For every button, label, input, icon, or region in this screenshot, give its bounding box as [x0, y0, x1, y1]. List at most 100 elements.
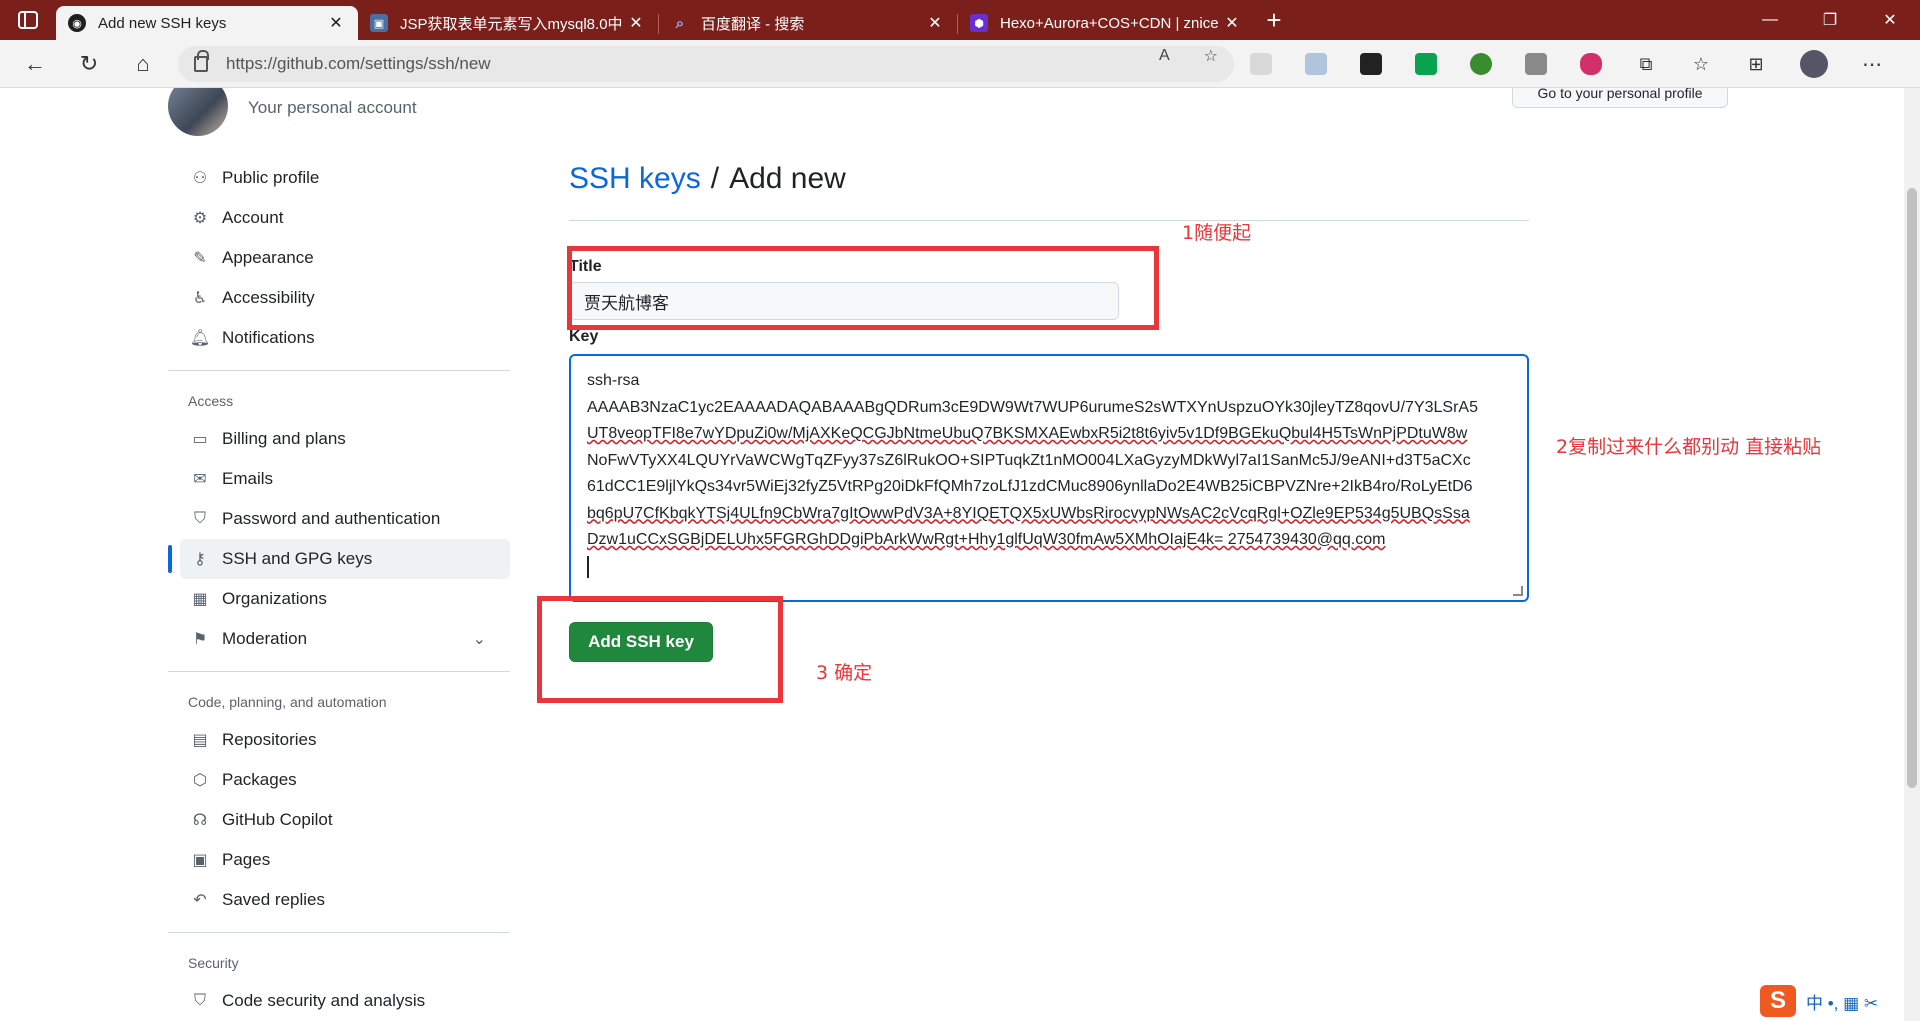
close-window-button[interactable]: ✕	[1860, 0, 1920, 40]
key-text: NoFwVTyXX4LQUYrVaWCWgTqZFyy37sZ6lRukOO+S…	[587, 451, 1471, 469]
sogou-logo-icon[interactable]: S	[1760, 985, 1796, 1017]
sidebar-item-label: Account	[222, 208, 284, 227]
key-line: UT8veopTFI8e7wYDpuZi0w/MjAXKeQCGJbNtmeUb…	[587, 421, 1511, 448]
account-subtitle: Your personal account	[248, 98, 417, 117]
extension-icon[interactable]	[1415, 53, 1437, 75]
page-scrollbar[interactable]	[1904, 88, 1920, 1021]
key-icon: ⚷	[194, 551, 206, 568]
sidebar-item-appearance[interactable]: ✎ Appearance	[168, 238, 510, 278]
sidebar-item-pages[interactable]: ▣ Pages	[168, 840, 510, 880]
key-textarea[interactable]: ssh-rsa AAAAB3NzaC1yc2EAAAADAQABAAABgQDR…	[569, 354, 1529, 602]
extension-icon[interactable]	[1360, 53, 1382, 75]
lock-icon	[194, 50, 209, 72]
key-text: UT8veopTFI8e7wYDpuZi0w/MjAXKeQCGJbNtmeUb…	[587, 425, 1468, 442]
puzzle-icon[interactable]: ⧉	[1635, 53, 1657, 75]
back-button[interactable]: ←	[12, 44, 58, 84]
shield-lock-icon: ⛉	[193, 510, 206, 527]
tab-title: JSP获取表单元素写入mysql8.0中	[400, 15, 623, 33]
sidebar-item-label: Notifications	[222, 328, 315, 347]
extensions-bar: ⧉ ☆ ⊞ ⋯	[1250, 44, 1916, 84]
tab-actions-button[interactable]	[0, 0, 56, 40]
sidebar-item-label: Organizations	[222, 589, 327, 608]
scrollbar-thumb[interactable]	[1907, 188, 1917, 788]
address-bar[interactable]: https://github.com/settings/ssh/new A ☆	[178, 46, 1234, 82]
sidebar-item-billing[interactable]: ▭ Billing and plans	[168, 419, 510, 459]
sidebar-item-password[interactable]: ⛉ Password and authentication	[168, 499, 510, 539]
organization-icon: ▦	[192, 591, 208, 608]
close-tab-icon[interactable]: ✕	[1222, 13, 1242, 33]
key-text: ssh-rsa	[587, 372, 640, 389]
key-line: Dzw1uCCxSGBjDELUhx5FGRGhDDgiPbArkWwRgt+H…	[587, 527, 1511, 554]
sidebar-item-public-profile[interactable]: ⚇ Public profile	[168, 158, 510, 198]
sidebar-item-notifications[interactable]: 🔔︎ Notifications	[168, 318, 510, 358]
breadcrumb-ssh-keys-link[interactable]: SSH keys	[569, 162, 701, 196]
close-tab-icon[interactable]: ✕	[626, 13, 646, 33]
page-title: SSH keys / Add new	[569, 158, 1529, 200]
sidebar-item-organizations[interactable]: ▦ Organizations	[168, 579, 510, 619]
gear-icon: ⚙	[192, 210, 208, 227]
browser-tab-github[interactable]: ◉ Add new SSH keys ✕	[56, 6, 358, 40]
extension-icon[interactable]	[1470, 53, 1492, 75]
sidebar-item-code-security[interactable]: ⛉ Code security and analysis	[168, 981, 510, 1021]
sidebar-item-copilot[interactable]: ☊ GitHub Copilot	[168, 800, 510, 840]
close-tab-icon[interactable]: ✕	[326, 13, 346, 33]
sidebar-item-ssh-gpg-keys[interactable]: ⚷ SSH and GPG keys	[168, 539, 510, 579]
minimize-button[interactable]: —	[1740, 0, 1800, 40]
go-to-profile-button[interactable]: Go to your personal profile	[1512, 88, 1728, 108]
sidebar-toggle-icon	[18, 11, 38, 29]
sidebar-item-saved-replies[interactable]: ↶ Saved replies	[168, 880, 510, 920]
more-menu-icon[interactable]: ⋯	[1861, 53, 1883, 76]
extension-icon[interactable]	[1525, 53, 1547, 75]
add-ssh-key-form: SSH keys / Add new Title 贾天航博客 Key ssh-r…	[569, 158, 1529, 662]
favorites-icon[interactable]: ☆	[1690, 53, 1712, 75]
key-line: 61dCC1E9ljlYkQs34vr5WiEj32fyZ5VtRPg20iDk…	[587, 474, 1511, 501]
key-line: ssh-rsa	[587, 368, 1511, 395]
url-text: https://github.com/settings/ssh/new	[226, 54, 491, 73]
tab-title: Hexo+Aurora+COS+CDN | znice	[1000, 14, 1219, 32]
package-icon: ⬡	[193, 772, 207, 789]
key-text: AAAAB3NzaC1yc2EAAAADAQABAAABgQDRum3cE9DW…	[587, 398, 1478, 416]
sidebar-item-label: Public profile	[222, 168, 320, 187]
chevron-down-icon[interactable]: ⌄	[473, 629, 486, 649]
sidebar-heading-access: Access	[188, 393, 234, 409]
key-text: Dzw1uCCxSGBjDELUhx5FGRGhDDgiPbArkWwRgt+H…	[587, 531, 1386, 548]
favorite-add-icon[interactable]: ☆	[1204, 46, 1218, 66]
sidebar-item-repositories[interactable]: ▤ Repositories	[168, 720, 510, 760]
settings-page: Your personal account Go to your persona…	[0, 88, 1904, 1021]
browser-tab-jsp[interactable]: ▣ JSP获取表单元素写入mysql8.0中 ✕	[358, 6, 658, 40]
new-tab-button[interactable]: +	[1254, 0, 1294, 40]
breadcrumb-current: Add new	[729, 162, 846, 195]
sidebar-item-accessibility[interactable]: ♿ Accessibility	[168, 278, 510, 318]
browser-tab-baidu[interactable]: ⌕ 百度翻译 - 搜索 ✕	[659, 6, 957, 40]
extension-icon[interactable]	[1305, 53, 1327, 75]
refresh-button[interactable]: ↻	[66, 44, 112, 84]
sidebar-divider	[168, 370, 510, 371]
read-aloud-icon[interactable]: A	[1159, 47, 1170, 65]
ime-status[interactable]: 中 •, ▦ ✂	[1806, 989, 1878, 1014]
extension-icon[interactable]	[1580, 53, 1602, 75]
resize-handle[interactable]	[1513, 586, 1523, 596]
collections-icon[interactable]: ⊞	[1745, 53, 1767, 75]
sidebar-item-moderation[interactable]: ⚑ Moderation ⌄	[168, 619, 510, 659]
browser-tab-hexo[interactable]: ⬢ Hexo+Aurora+COS+CDN | znice ✕	[958, 6, 1254, 40]
restore-button[interactable]: ❐	[1800, 0, 1860, 40]
credit-card-icon: ▭	[192, 431, 208, 448]
key-text: 61dCC1E9ljlYkQs34vr5WiEj32fyZ5VtRPg20iDk…	[587, 478, 1473, 495]
extension-icon[interactable]	[1250, 53, 1272, 75]
key-line: NoFwVTyXX4LQUYrVaWCWgTqZFyy37sZ6lRukOO+S…	[587, 448, 1511, 475]
sidebar-item-label: Moderation	[222, 629, 308, 648]
sidebar-item-account[interactable]: ⚙ Account	[168, 198, 510, 238]
sidebar-item-emails[interactable]: ✉ Emails	[168, 459, 510, 499]
key-label: Key	[569, 328, 599, 345]
bell-icon: 🔔︎	[189, 330, 211, 347]
browser-tab-bar: ◉ Add new SSH keys ✕ ▣ JSP获取表单元素写入mysql8…	[0, 0, 1920, 40]
sidebar-item-label: Saved replies	[222, 890, 326, 909]
paintbrush-icon: ✎	[193, 250, 207, 267]
ime-toolbar: S 中 •, ▦ ✂	[1760, 985, 1878, 1017]
annotation-step1: 1随便起	[1182, 222, 1252, 244]
home-button[interactable]: ⌂	[120, 44, 166, 84]
profile-avatar[interactable]	[1800, 50, 1828, 78]
close-tab-icon[interactable]: ✕	[925, 13, 945, 33]
sidebar-item-packages[interactable]: ⬡ Packages	[168, 760, 510, 800]
hexo-icon: ⬢	[970, 14, 988, 32]
